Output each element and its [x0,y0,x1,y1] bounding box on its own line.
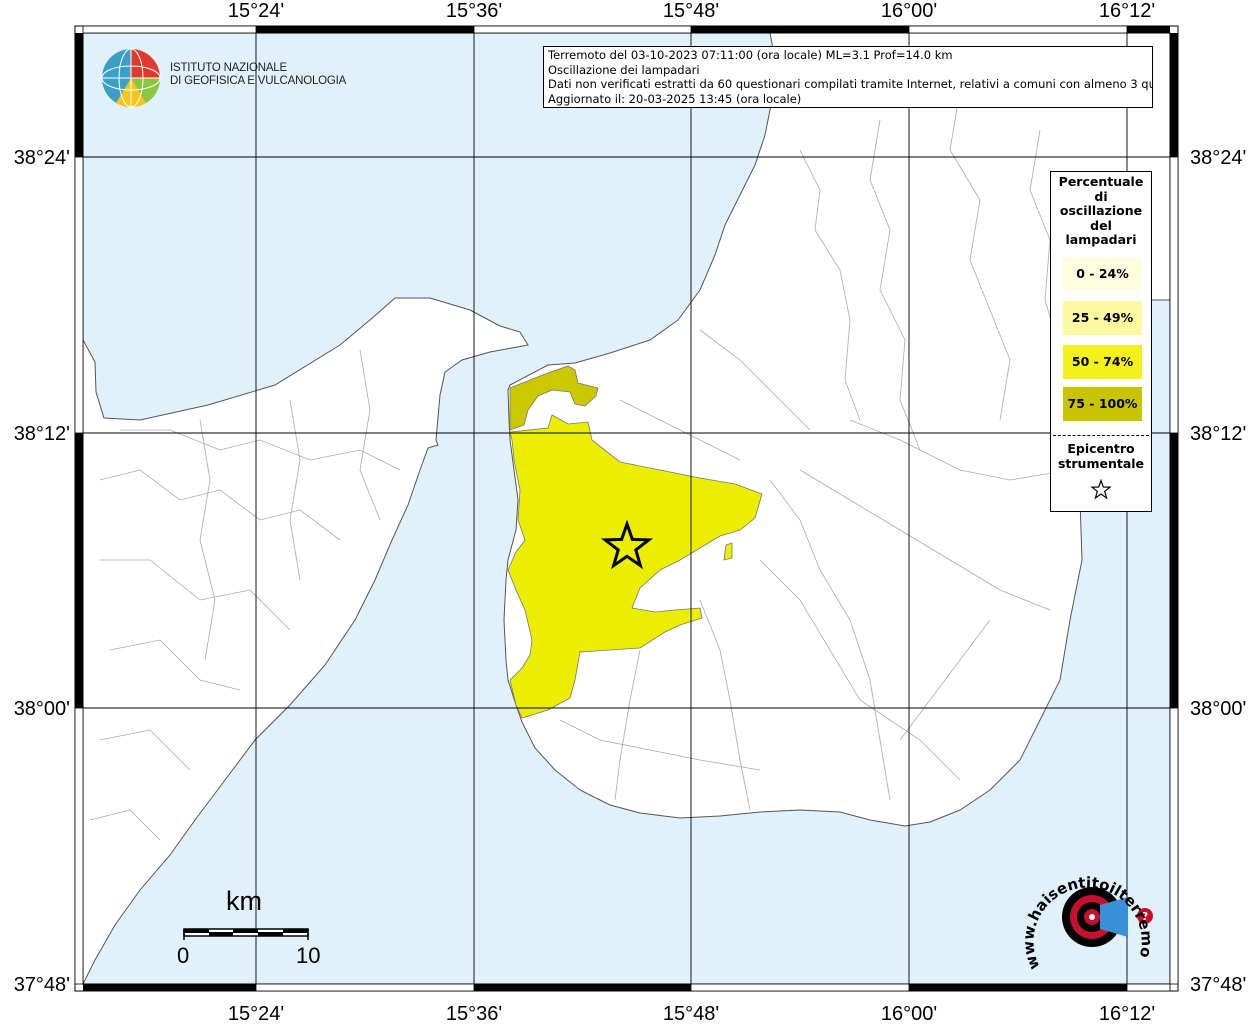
info-line-event: Terremoto del 03-10-2023 07:11:00 (ora l… [548,48,953,62]
legend-epicenter: Epicentro strumentale [1057,441,1145,471]
lat-label-left: 38°24' [14,147,70,169]
lon-label-bottom: 16°00' [881,1003,937,1024]
lon-label-bottom: 15°48' [663,1003,719,1024]
lon-label-top: 15°48' [663,0,719,22]
legend-class-75-100: 75 - 100% [1063,387,1142,421]
lat-label-right: 37°48' [1190,974,1246,996]
lon-label-top: 16°12' [1099,0,1155,22]
legend-class-0-24: 0 - 24% [1063,257,1142,291]
legend-separator [1053,435,1149,436]
scale-title: km [226,886,262,916]
legend-class-25-49: 25 - 49% [1063,301,1142,335]
lon-label-top: 16°00' [881,0,937,22]
lat-label-right: 38°24' [1190,147,1246,169]
lat-label-left: 37°48' [14,974,70,996]
ingv-logo-text: ISTITUTO NAZIONALE DI GEOFISICA E VULCAN… [170,62,347,87]
lon-label-bottom: 16°12' [1099,1003,1155,1024]
ingv-logo-icon [101,48,161,108]
lat-label-right: 38°00' [1190,698,1246,720]
legend: Percentuale di oscillazione del lampadar… [1050,171,1152,512]
scale-label-min: 0 [177,943,190,968]
lon-label-bottom: 15°24' [228,1003,284,1024]
info-line-updated: Aggiornato il: 20-03-2025 13:45 (ora loc… [548,91,802,106]
event-info-box: Terremoto del 03-10-2023 07:11:00 (ora l… [543,46,1153,108]
info-line-subject: Oscillazione dei lampadari [548,62,700,77]
legend-title: Percentuale di oscillazione del lampadar… [1058,174,1144,247]
lat-label-right: 38°12' [1190,423,1246,445]
lat-label-left: 38°12' [14,423,70,445]
legend-class-50-74: 50 - 74% [1063,345,1142,379]
lon-label-top: 15°24' [228,0,284,22]
map-canvas: 15°24' 15°36' 15°48' 16°00' 16°12' 15°24… [0,0,1246,1024]
info-line-disclaimer: Dati non verificati estratti da 60 quest… [548,77,1153,91]
scale-label-max: 10 [296,943,321,968]
lat-label-left: 38°00' [14,698,70,720]
lon-label-bottom: 15°36' [446,1003,502,1024]
lon-label-top: 15°36' [446,0,502,22]
legend-star-icon [1090,479,1112,500]
